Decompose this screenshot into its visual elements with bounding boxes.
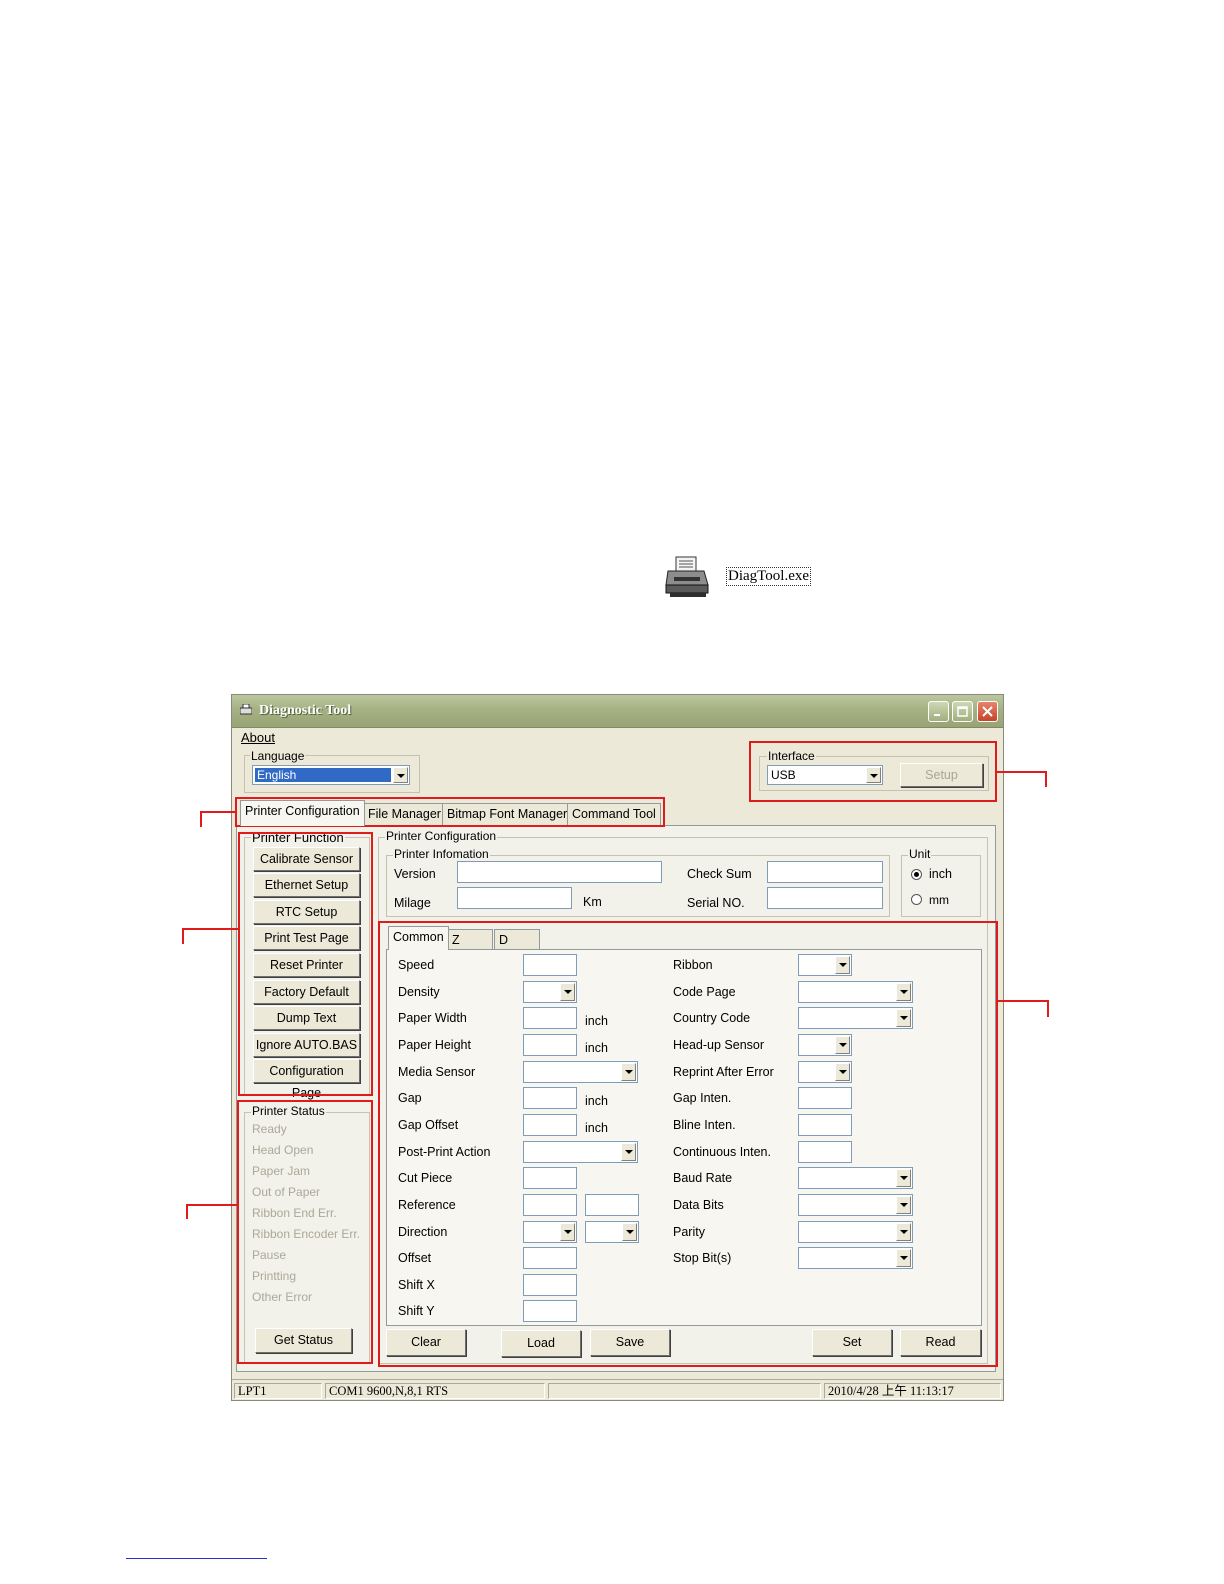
annotation-leader-tabs bbox=[200, 811, 235, 813]
serial-no-field[interactable] bbox=[767, 887, 883, 909]
serial-no-label: Serial NO. bbox=[687, 896, 745, 910]
milage-field[interactable] bbox=[457, 887, 572, 909]
annotation-leader-interface-tick bbox=[1045, 771, 1047, 787]
annotation-leader-tabs-tick bbox=[200, 811, 202, 827]
milage-label: Milage bbox=[394, 896, 431, 910]
title-bar[interactable]: Diagnostic Tool bbox=[232, 695, 1003, 728]
annotation-leader-printer-status bbox=[186, 1204, 237, 1206]
language-label: Language bbox=[250, 749, 306, 763]
unit-group bbox=[901, 855, 981, 917]
status-port: LPT1 bbox=[234, 1383, 322, 1399]
annotation-leader-configuration bbox=[998, 1000, 1049, 1002]
printer-icon[interactable] bbox=[664, 555, 710, 599]
status-com: COM1 9600,N,8,1 RTS bbox=[325, 1383, 545, 1399]
unit-inch-radio[interactable] bbox=[911, 869, 922, 880]
desktop-icon-label[interactable]: DiagTool.exe bbox=[726, 567, 812, 586]
menu-about[interactable]: About bbox=[241, 730, 275, 745]
annotation-box-configuration bbox=[378, 921, 998, 1367]
annotation-box-printer-status bbox=[237, 1100, 373, 1364]
annotation-leader-printer-function bbox=[182, 928, 238, 930]
status-bar: LPT1 COM1 9600,N,8,1 RTS 2010/4/28 上午 11… bbox=[232, 1379, 1003, 1401]
annotation-box-interface bbox=[749, 741, 997, 802]
close-button[interactable] bbox=[977, 701, 998, 722]
language-select[interactable]: English bbox=[252, 765, 410, 785]
menu-about-label: About bbox=[241, 730, 275, 745]
maximize-button[interactable] bbox=[952, 701, 973, 722]
annotation-leader-printer-function-tick bbox=[182, 928, 184, 944]
footnote-rule bbox=[126, 1558, 267, 1559]
annotation-leader-interface bbox=[997, 771, 1047, 773]
unit-mm-label: mm bbox=[929, 893, 949, 907]
unit-mm-radio[interactable] bbox=[911, 894, 922, 905]
chevron-down-icon[interactable] bbox=[393, 767, 408, 783]
status-middle bbox=[548, 1383, 821, 1399]
printer-configuration-label: Printer Configuration bbox=[385, 829, 498, 843]
subtab-common[interactable]: Common bbox=[388, 926, 449, 950]
annotation-box-printer-function bbox=[238, 832, 373, 1096]
annotation-leader-configuration-tick bbox=[1047, 1000, 1049, 1017]
version-label: Version bbox=[394, 867, 436, 881]
unit-inch-label: inch bbox=[929, 867, 952, 881]
check-sum-label: Check Sum bbox=[687, 867, 752, 881]
status-datetime: 2010/4/28 上午 11:13:17 bbox=[824, 1383, 1001, 1399]
km-label: Km bbox=[583, 895, 602, 909]
printer-info-label: Printer Infomation bbox=[393, 847, 490, 861]
unit-label: Unit bbox=[908, 847, 932, 861]
window-title: Diagnostic Tool bbox=[259, 703, 352, 718]
check-sum-field[interactable] bbox=[767, 861, 883, 883]
version-field[interactable] bbox=[457, 861, 662, 883]
tab-printer-configuration[interactable]: Printer Configuration bbox=[240, 800, 365, 826]
language-value: English bbox=[255, 768, 391, 782]
app-icon bbox=[239, 703, 253, 716]
minimize-button[interactable] bbox=[928, 701, 949, 722]
annotation-leader-printer-status-tick bbox=[186, 1204, 188, 1219]
